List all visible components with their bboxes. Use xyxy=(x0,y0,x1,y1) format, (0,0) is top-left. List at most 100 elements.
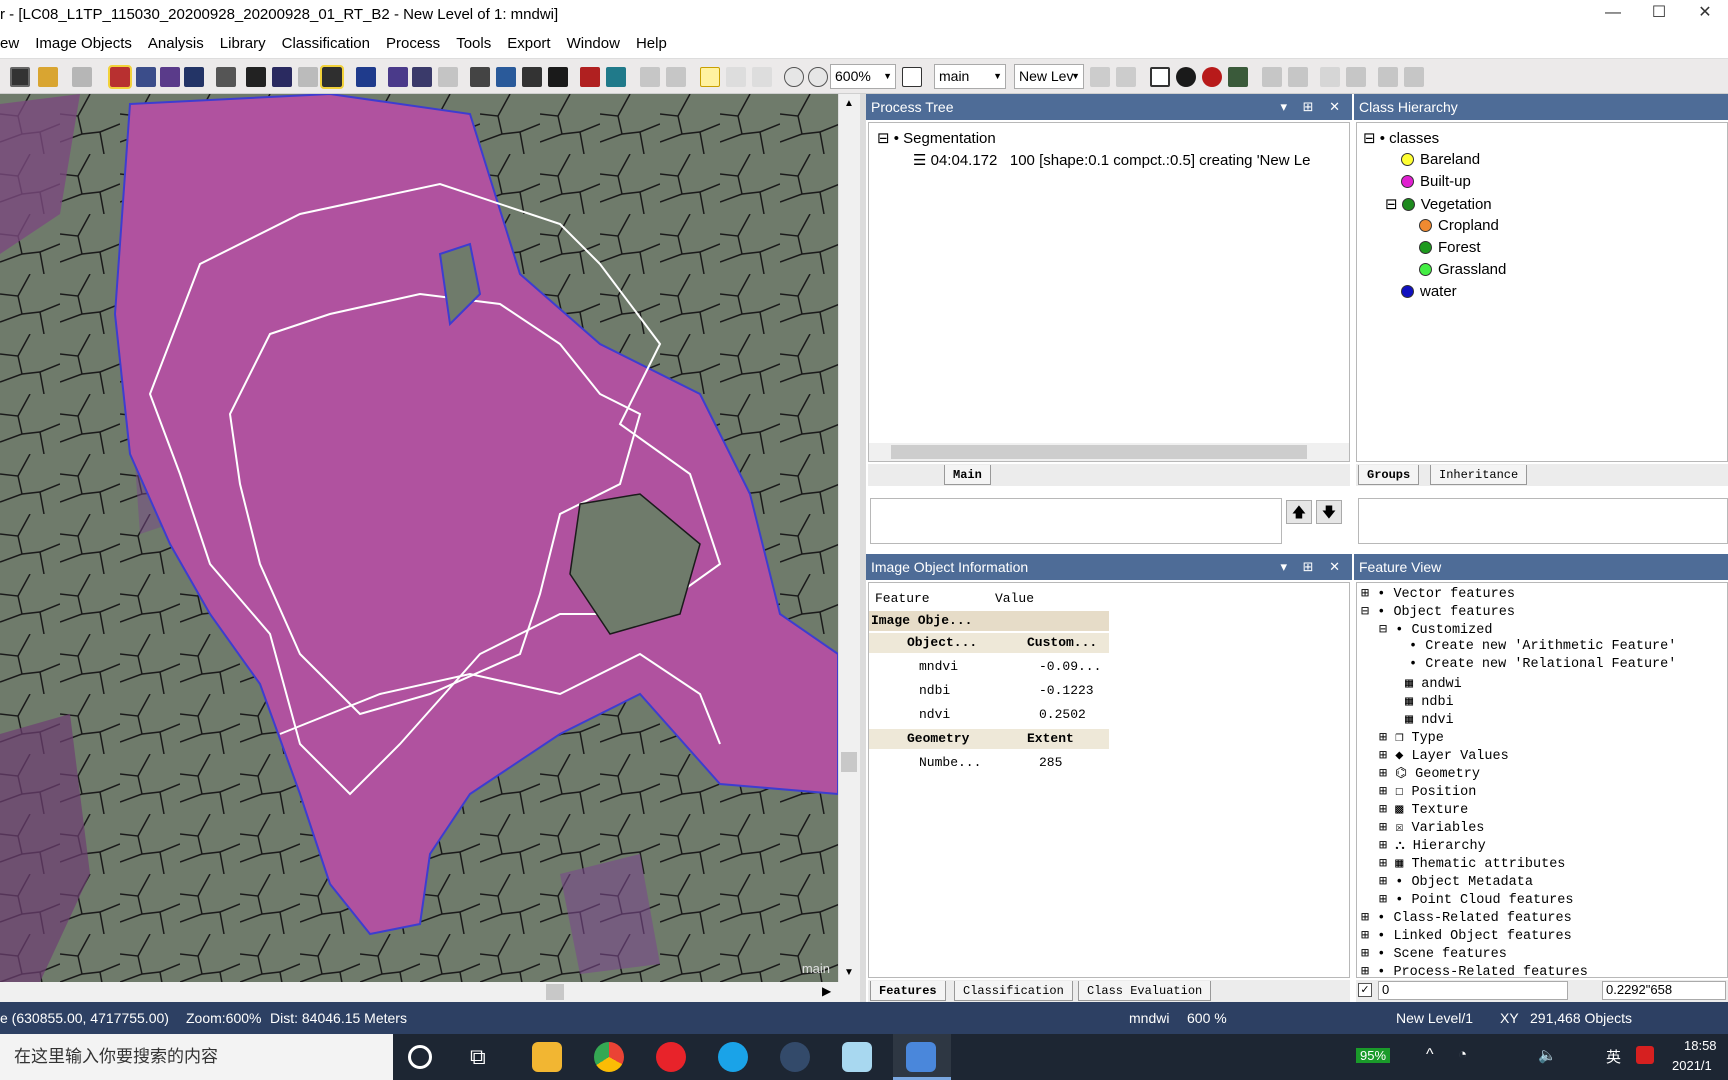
messenger-icon[interactable] xyxy=(718,1042,748,1072)
cortana-icon[interactable] xyxy=(408,1045,432,1069)
fv-position[interactable]: ⊞ ☐ Position xyxy=(1379,783,1476,800)
tab-groups[interactable]: Groups xyxy=(1358,465,1420,485)
class-item-forest[interactable]: Forest xyxy=(1419,239,1481,256)
network-icon[interactable]: ◔ xyxy=(1458,1046,1467,1063)
image-object-icon[interactable] xyxy=(356,67,376,87)
fv-customized[interactable]: ⊟ • Customized xyxy=(1379,621,1492,638)
zoom-out-icon[interactable] xyxy=(784,67,804,87)
group-object-row[interactable]: Object... Custom... xyxy=(869,633,1109,653)
manual-edit-icon[interactable] xyxy=(640,67,660,87)
info-icon[interactable] xyxy=(1176,67,1196,87)
tab-features[interactable]: Features xyxy=(870,981,946,1001)
process-input-box[interactable] xyxy=(870,498,1282,544)
layer-mixing-icon[interactable] xyxy=(184,67,204,87)
sample-selection-icon[interactable] xyxy=(1288,67,1308,87)
scroll-right-icon[interactable]: ▶ xyxy=(822,984,831,998)
cursor-icon[interactable] xyxy=(700,67,720,87)
move-up-button[interactable]: 🡅 xyxy=(1286,500,1312,524)
zoom-in-icon[interactable] xyxy=(808,67,828,87)
tab-class-evaluation[interactable]: Class Evaluation xyxy=(1078,981,1212,1001)
fv-process-related[interactable]: ⊞ • Process-Related features xyxy=(1361,963,1588,977)
tab-inheritance[interactable]: Inheritance xyxy=(1430,465,1528,485)
fv-variables[interactable]: ⊞ ☒ Variables xyxy=(1379,819,1484,836)
fv-hierarchy[interactable]: ⊞ ⛬ Hierarchy xyxy=(1379,837,1486,854)
fv-create-relational[interactable]: • Create new 'Relational Feature' xyxy=(1409,657,1676,672)
open-project-icon[interactable] xyxy=(38,67,58,87)
menu-window[interactable]: Window xyxy=(559,35,628,52)
hscroll-thumb[interactable] xyxy=(546,984,564,1000)
panel-controls-icon[interactable]: ▾ ⊞ ✕ xyxy=(1280,554,1346,580)
maximize-button[interactable]: ☐ xyxy=(1636,0,1682,28)
menu-library[interactable]: Library xyxy=(212,35,274,52)
link-views-icon[interactable] xyxy=(580,67,600,87)
menu-process[interactable]: Process xyxy=(378,35,448,52)
file-explorer-icon[interactable] xyxy=(532,1042,562,1072)
tab-classification[interactable]: Classification xyxy=(954,981,1073,1001)
minimize-button[interactable]: — xyxy=(1590,0,1636,28)
level-combo[interactable]: New Lev ▼ xyxy=(1014,64,1084,89)
fv-andwi[interactable]: ▦ andwi xyxy=(1405,675,1462,692)
task-view-icon[interactable]: ⧉ xyxy=(470,1042,500,1072)
show-outlines-icon[interactable] xyxy=(320,65,344,89)
process-hscroll-thumb[interactable] xyxy=(891,445,1307,459)
scroll-up-icon[interactable]: ▲ xyxy=(844,98,854,109)
level-down-icon[interactable] xyxy=(1090,67,1110,87)
side-view-icon[interactable] xyxy=(522,67,542,87)
export-icon[interactable] xyxy=(1346,67,1366,87)
battery-indicator[interactable]: 95% xyxy=(1356,1048,1391,1063)
menu-help[interactable]: Help xyxy=(628,35,675,52)
fv-create-arithmetic[interactable]: • Create new 'Arithmetic Feature' xyxy=(1409,639,1676,654)
menu-tools[interactable]: Tools xyxy=(448,35,499,52)
range-max-input[interactable]: 0.2292"658 xyxy=(1602,981,1726,1000)
anime-app-icon[interactable] xyxy=(842,1042,872,1072)
image-object-info-body[interactable]: Feature Value Image Obje... Object... Cu… xyxy=(868,582,1350,978)
alert-icon[interactable] xyxy=(1202,67,1222,87)
layer-icon[interactable] xyxy=(108,65,132,89)
edit-image-icon[interactable] xyxy=(216,67,236,87)
swipe-view-icon[interactable] xyxy=(548,67,568,87)
save-project-icon[interactable] xyxy=(72,67,92,87)
map-horizontal-scrollbar[interactable]: ▶ xyxy=(0,982,860,1002)
fv-linked-object[interactable]: ⊞ • Linked Object features xyxy=(1361,927,1572,944)
panel-controls-icon[interactable]: ▾ ⊞ ✕ xyxy=(1280,94,1346,120)
netease-music-icon[interactable] xyxy=(656,1042,686,1072)
report-icon[interactable] xyxy=(1378,67,1398,87)
polygon-view-icon[interactable] xyxy=(412,67,432,87)
fv-geometry[interactable]: ⊞ ⌬ Geometry xyxy=(1379,765,1480,782)
level-up-icon[interactable] xyxy=(1116,67,1136,87)
scroll-thumb[interactable] xyxy=(841,752,857,772)
zoom-combo[interactable]: 600% ▼ xyxy=(830,64,896,89)
taskbar-search[interactable]: 在这里输入你要搜索的内容 xyxy=(0,1034,393,1080)
view-classification-icon[interactable] xyxy=(272,67,292,87)
close-button[interactable]: ✕ xyxy=(1682,0,1728,28)
process-root[interactable]: ⊟ • Segmentation xyxy=(877,129,996,147)
avatar-app-icon[interactable] xyxy=(780,1042,810,1072)
fv-ndbi[interactable]: ▦ ndbi xyxy=(1405,693,1454,710)
fv-type[interactable]: ⊞ ❒ Type xyxy=(1379,729,1444,746)
map-view[interactable]: main xyxy=(0,94,838,982)
group-geometry-row[interactable]: Geometry Extent xyxy=(869,729,1109,749)
fv-texture[interactable]: ⊞ ▩ Texture xyxy=(1379,801,1468,818)
clock-date[interactable]: 2021/1 xyxy=(1672,1058,1712,1073)
section-image-object[interactable]: Image Obje... xyxy=(869,611,1109,631)
class-hierarchy-body[interactable]: ⊟ • classes Bareland Built-up ⊟ Vegetati… xyxy=(1356,122,1728,462)
class-item-water[interactable]: water xyxy=(1401,283,1457,300)
sync-views-icon[interactable] xyxy=(606,67,626,87)
volume-icon[interactable]: 🔈 xyxy=(1538,1046,1557,1064)
panel-splitter[interactable] xyxy=(860,94,866,1002)
ime-indicator[interactable]: 英 xyxy=(1606,1046,1621,1067)
fv-object-features[interactable]: ⊟ • Object features xyxy=(1361,603,1515,620)
feature-view-body[interactable]: ⊞ • Vector features ⊟ • Object features … xyxy=(1356,582,1728,978)
zoom-to-window-icon[interactable] xyxy=(902,67,922,87)
menu-classification[interactable]: Classification xyxy=(274,35,378,52)
tab-main[interactable]: Main xyxy=(944,465,991,485)
pan-hand-icon[interactable] xyxy=(726,67,746,87)
split-view-icon[interactable] xyxy=(496,67,516,87)
menu-export[interactable]: Export xyxy=(499,35,558,52)
fv-object-metadata[interactable]: ⊞ • Object Metadata xyxy=(1379,873,1533,890)
range-checkbox[interactable]: ✓ xyxy=(1358,983,1372,997)
class-item-grassland[interactable]: Grassland xyxy=(1419,261,1506,278)
clock-time[interactable]: 18:58 xyxy=(1684,1038,1717,1053)
image-layers-icon[interactable] xyxy=(136,67,156,87)
new-project-icon[interactable] xyxy=(10,67,30,87)
